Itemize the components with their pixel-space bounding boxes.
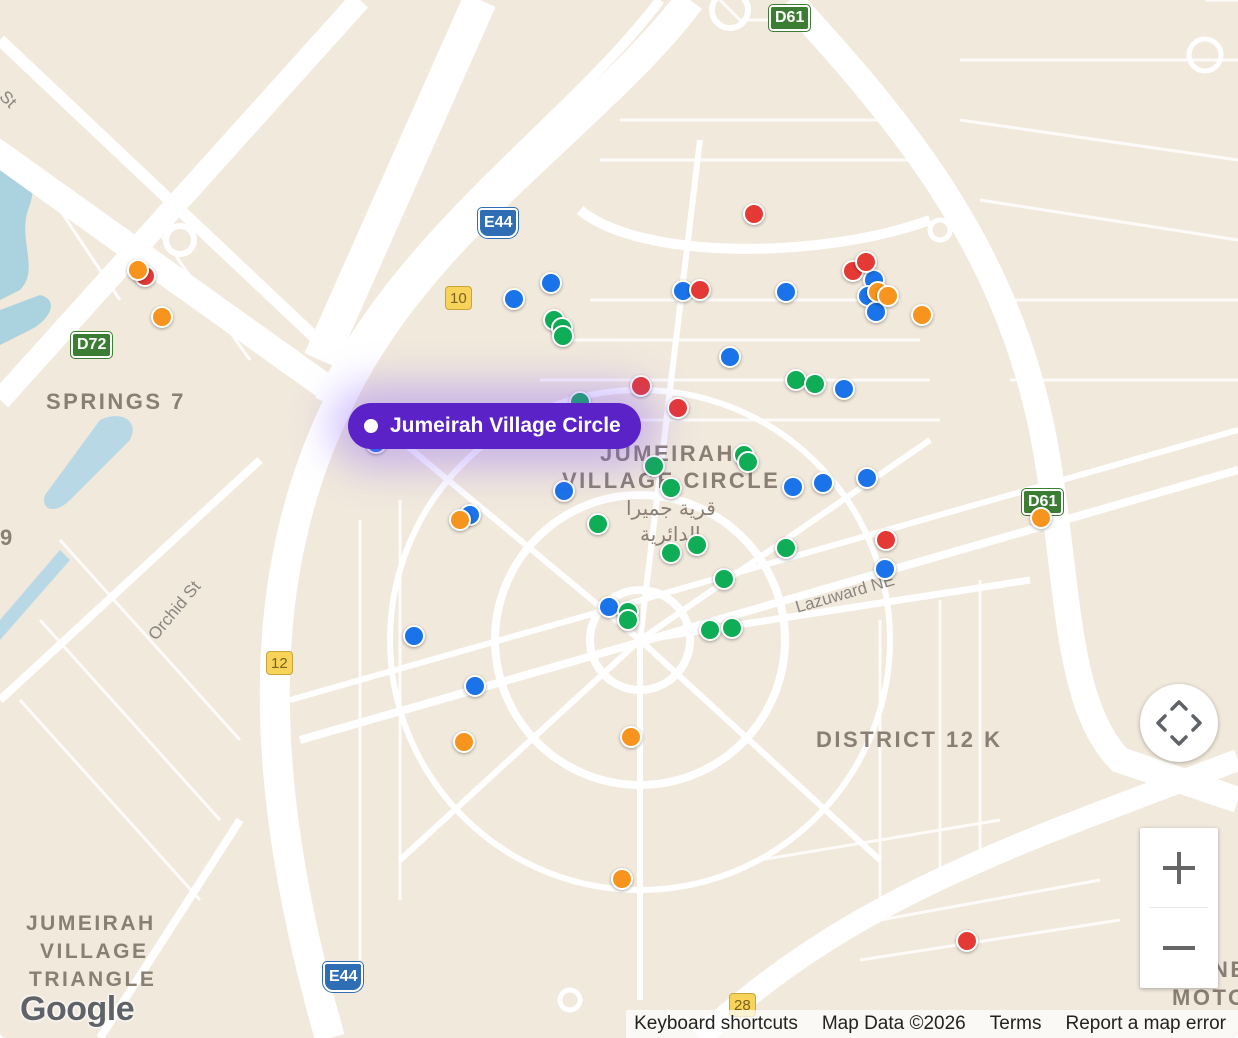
green-location-marker[interactable] — [552, 325, 574, 347]
red-location-marker[interactable] — [855, 251, 877, 273]
road-shield-e44-bottom: E44 — [323, 962, 364, 992]
blue-location-marker[interactable] — [553, 480, 575, 502]
blue-location-marker[interactable] — [874, 558, 896, 580]
green-location-marker[interactable] — [643, 455, 665, 477]
plus-icon — [1163, 852, 1195, 884]
green-location-marker[interactable] — [775, 537, 797, 559]
pan-arrows-icon — [1156, 700, 1202, 746]
road-shield-e44-top: E44 — [478, 208, 519, 238]
google-logo[interactable]: Google — [20, 990, 135, 1029]
keyboard-shortcuts-link[interactable]: Keyboard shortcuts — [634, 1013, 798, 1035]
orange-location-marker[interactable] — [877, 285, 899, 307]
blue-location-marker[interactable] — [782, 476, 804, 498]
blue-location-marker[interactable] — [464, 675, 486, 697]
callout-dot-icon — [364, 419, 378, 433]
blue-location-marker[interactable] — [503, 288, 525, 310]
road-shield-12: 12 — [266, 651, 293, 675]
green-location-marker[interactable] — [721, 617, 743, 639]
area-label-edge-left: 9 — [0, 525, 15, 550]
green-location-marker[interactable] — [660, 542, 682, 564]
green-location-marker[interactable] — [713, 568, 735, 590]
green-location-marker[interactable] — [699, 619, 721, 641]
orange-location-marker[interactable] — [911, 304, 933, 326]
blue-location-marker[interactable] — [403, 625, 425, 647]
orange-location-marker[interactable] — [611, 868, 633, 890]
blue-location-marker[interactable] — [812, 472, 834, 494]
area-label-jvt-line1: JUMEIRAH — [26, 912, 156, 935]
area-label-jvt-line2: VILLAGE — [40, 940, 149, 963]
green-location-marker[interactable] — [804, 373, 826, 395]
red-location-marker[interactable] — [956, 930, 978, 952]
red-location-marker[interactable] — [667, 397, 689, 419]
pan-control-button[interactable] — [1140, 684, 1218, 762]
blue-location-marker[interactable] — [856, 467, 878, 489]
green-location-marker[interactable] — [660, 477, 682, 499]
minus-icon — [1163, 946, 1195, 950]
blue-location-marker[interactable] — [719, 346, 741, 368]
orange-location-marker[interactable] — [620, 726, 642, 748]
orange-location-marker[interactable] — [151, 306, 173, 328]
red-location-marker[interactable] — [743, 203, 765, 225]
arabic-label-line1: قرية جميرا — [626, 496, 716, 520]
map-footer: Keyboard shortcuts Map Data ©2026 Terms … — [626, 1010, 1238, 1038]
zoom-in-button[interactable] — [1140, 828, 1218, 908]
green-location-marker[interactable] — [587, 513, 609, 535]
red-location-marker[interactable] — [689, 279, 711, 301]
orange-location-marker[interactable] — [1030, 507, 1052, 529]
area-label-district-12k: DISTRICT 12 K — [816, 727, 1003, 752]
red-location-marker[interactable] — [630, 375, 652, 397]
road-shield-d72: D72 — [71, 332, 113, 358]
zoom-control — [1140, 828, 1218, 988]
location-callout[interactable]: Jumeirah Village Circle — [348, 403, 641, 449]
orange-location-marker[interactable] — [449, 509, 471, 531]
map-data-attribution: Map Data ©2026 — [821, 1013, 966, 1034]
road-shield-d61-top: D61 — [769, 5, 811, 31]
green-location-marker[interactable] — [617, 609, 639, 631]
area-label-edge-right2: MOTO — [1172, 985, 1238, 1010]
road-shield-10: 10 — [445, 286, 472, 310]
blue-location-marker[interactable] — [540, 272, 562, 294]
blue-location-marker[interactable] — [833, 378, 855, 400]
red-location-marker[interactable] — [875, 529, 897, 551]
report-map-error-link[interactable]: Report a map error — [1065, 1013, 1226, 1035]
green-location-marker[interactable] — [737, 451, 759, 473]
orange-location-marker[interactable] — [453, 731, 475, 753]
blue-location-marker[interactable] — [775, 281, 797, 303]
terms-link[interactable]: Terms — [990, 1013, 1042, 1035]
area-label-springs: SPRINGS 7 — [46, 389, 186, 414]
green-location-marker[interactable] — [686, 534, 708, 556]
orange-location-marker[interactable] — [127, 259, 149, 281]
map-view[interactable]: SPRINGS 7 JUMEIRAH VILLAGE CIRCLE DISTRI… — [0, 0, 1238, 1038]
callout-label: Jumeirah Village Circle — [390, 414, 621, 437]
zoom-divider — [1150, 907, 1208, 908]
zoom-out-button[interactable] — [1140, 908, 1218, 988]
